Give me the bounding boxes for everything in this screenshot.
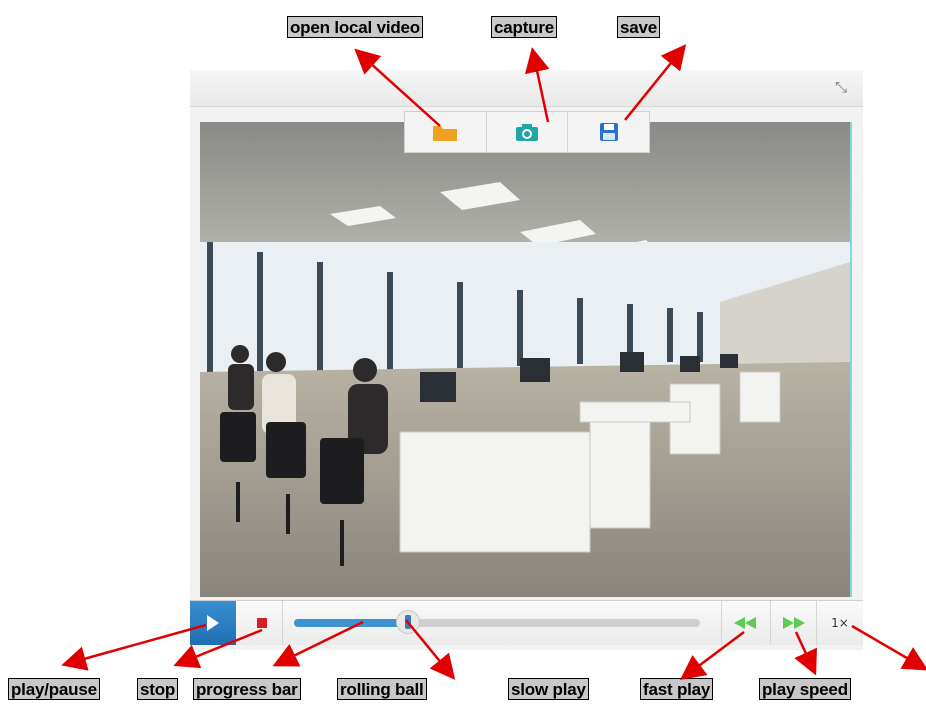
play-pause-button[interactable] — [190, 601, 236, 645]
video-frame — [200, 122, 852, 597]
camera-icon — [516, 124, 538, 141]
label-play-speed: play speed — [759, 678, 851, 700]
progress-bar[interactable] — [294, 610, 700, 634]
label-stop: stop — [137, 678, 179, 700]
player-header: ⤡ — [190, 70, 863, 107]
rewind-icon — [734, 617, 756, 629]
label-slow-play: slow play — [508, 678, 589, 700]
label-fast-play: fast play — [640, 678, 714, 700]
rolling-ball[interactable] — [395, 610, 420, 634]
progress-bar-fill — [294, 619, 408, 627]
label-progress-bar: progress bar — [193, 678, 301, 700]
slow-play-button[interactable] — [721, 601, 768, 645]
fast-play-button[interactable] — [770, 601, 817, 645]
stop-button[interactable] — [242, 601, 283, 645]
label-capture: capture — [491, 16, 558, 38]
fullscreen-icon[interactable]: ⤡ — [831, 78, 851, 98]
floppy-disk-icon — [599, 123, 618, 141]
video-toolbar — [404, 111, 650, 153]
save-button[interactable] — [568, 112, 649, 152]
capture-button[interactable] — [487, 112, 569, 152]
office-scene-image — [200, 122, 850, 597]
stop-icon — [257, 618, 267, 628]
play-icon — [207, 615, 219, 631]
label-open-local-video: open local video — [287, 16, 423, 38]
label-rolling-ball: rolling ball — [337, 678, 427, 700]
folder-icon — [433, 126, 458, 141]
arrow-play-pause — [61, 623, 207, 671]
playback-control-bar: 1× — [190, 600, 863, 645]
open-local-video-button[interactable] — [405, 112, 487, 152]
label-play-pause: play/pause — [8, 678, 100, 700]
play-speed-indicator[interactable]: 1× — [816, 601, 863, 645]
label-save: save — [617, 16, 661, 38]
rolling-ball-grip — [404, 615, 411, 629]
fast-forward-icon — [783, 617, 805, 629]
video-player: ⤡ — [190, 70, 863, 650]
